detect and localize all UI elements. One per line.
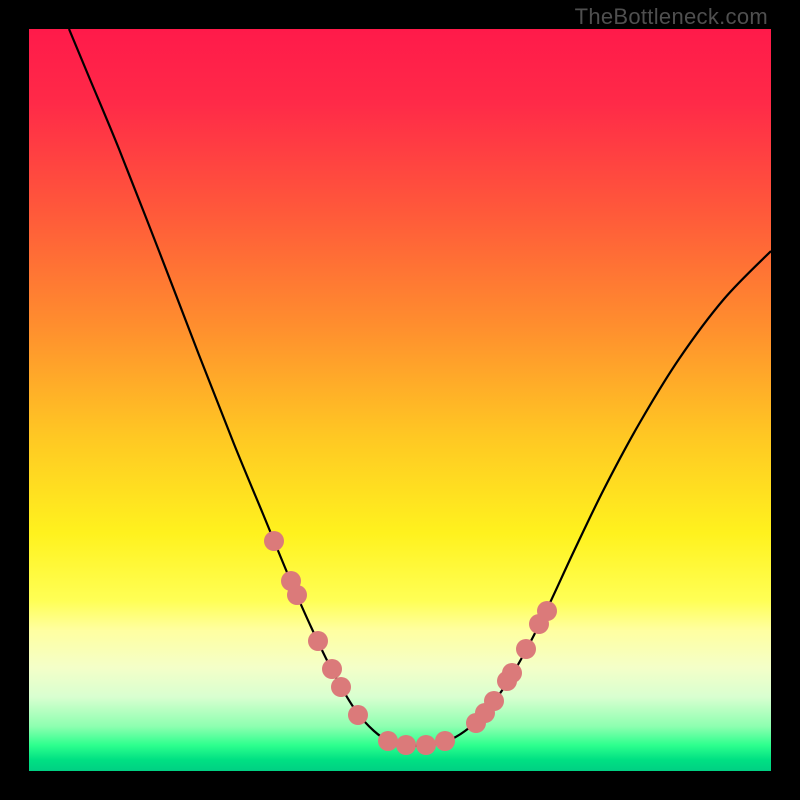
curve-marker	[537, 601, 557, 621]
curve-marker	[484, 691, 504, 711]
curve-marker	[502, 663, 522, 683]
plot-svg	[29, 29, 771, 771]
chart-frame: TheBottleneck.com	[0, 0, 800, 800]
curve-marker	[308, 631, 328, 651]
curve-marker	[264, 531, 284, 551]
curve-marker	[396, 735, 416, 755]
gradient-rect	[29, 29, 771, 771]
curve-marker	[435, 731, 455, 751]
plot-area	[29, 29, 771, 771]
curve-marker	[516, 639, 536, 659]
curve-marker	[331, 677, 351, 697]
curve-marker	[378, 731, 398, 751]
curve-marker	[348, 705, 368, 725]
watermark-text: TheBottleneck.com	[575, 4, 768, 30]
curve-marker	[287, 585, 307, 605]
curve-marker	[322, 659, 342, 679]
curve-marker	[416, 735, 436, 755]
